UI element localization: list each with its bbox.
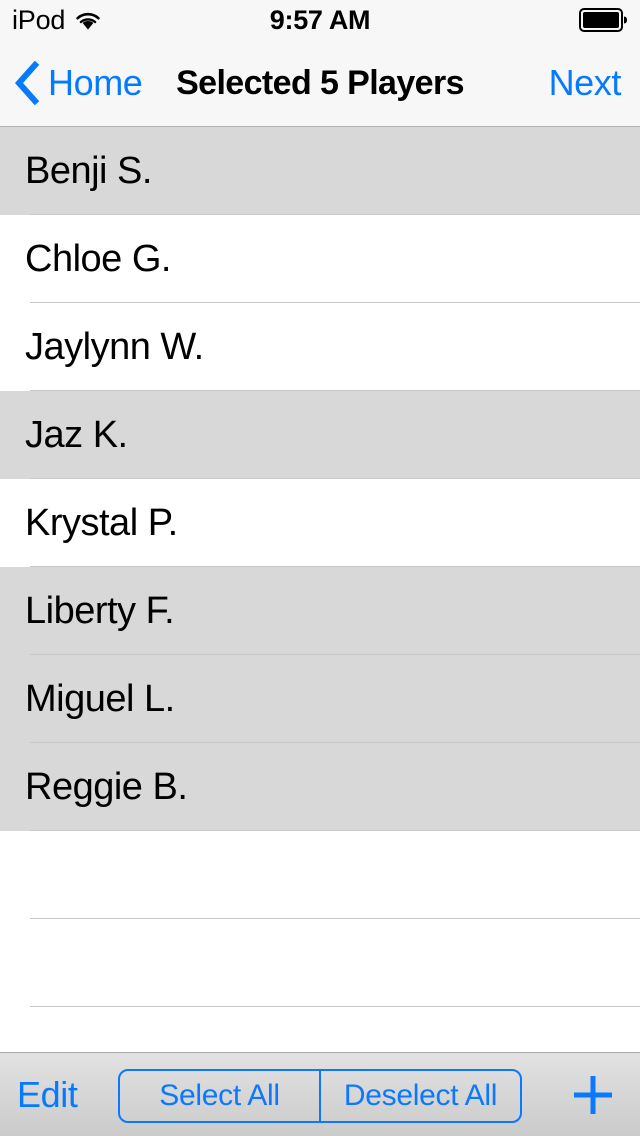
navigation-bar: Home Selected 5 Players Next (0, 40, 640, 127)
segment-select-all[interactable]: Select All (120, 1071, 319, 1121)
bottom-toolbar: Edit Select All Deselect All (0, 1052, 640, 1136)
table-row[interactable] (0, 831, 640, 919)
plus-icon (570, 1072, 616, 1118)
segment-deselect-all-label: Deselect All (343, 1079, 498, 1112)
table-row[interactable]: Miguel L. (0, 655, 640, 743)
back-button[interactable]: Home (14, 40, 143, 126)
table-row[interactable] (0, 919, 640, 1007)
status-bar: iPod 9:57 AM (0, 0, 640, 40)
table-row[interactable]: Jaz K. (0, 391, 640, 479)
wifi-icon (74, 10, 102, 31)
table-row-label: Jaz K. (25, 414, 128, 456)
table-row-label: Chloe G. (25, 238, 171, 280)
table-row[interactable]: Jaylynn W. (0, 303, 640, 391)
add-button[interactable] (570, 1053, 616, 1136)
table-row-label: Liberty F. (25, 590, 175, 632)
edit-button-label: Edit (17, 1073, 78, 1115)
table-row[interactable]: Benji S. (0, 127, 640, 215)
table-row[interactable]: Reggie B. (0, 743, 640, 831)
next-button[interactable]: Next (548, 40, 622, 126)
chevron-left-icon (14, 60, 40, 106)
clock-label: 9:57 AM (269, 4, 371, 35)
status-bar-right (579, 0, 629, 40)
players-table[interactable]: Benji S. Chloe G. Jaylynn W. Jaz K. Krystal … (0, 127, 640, 1052)
app-screen: iPod 9:57 AM Home Selected 5 Players Nex… (0, 0, 640, 1136)
table-row-label: Miguel L. (25, 678, 175, 720)
table-row[interactable]: Liberty F. (0, 567, 640, 655)
table-row[interactable]: Krystal P. (0, 479, 640, 567)
table-row[interactable] (0, 1007, 640, 1052)
carrier-label: iPod (12, 4, 66, 35)
page-title: Selected 5 Players (176, 64, 464, 102)
status-bar-left: iPod (12, 0, 102, 40)
table-row-label: Benji S. (25, 150, 152, 192)
battery-full-icon (579, 8, 629, 32)
segment-select-all-label: Select All (159, 1079, 280, 1112)
table-row-label: Reggie B. (25, 766, 188, 808)
back-button-label: Home (48, 62, 143, 103)
segment-deselect-all[interactable]: Deselect All (319, 1071, 520, 1121)
table-row-label: Krystal P. (25, 502, 178, 544)
edit-button[interactable]: Edit (17, 1053, 78, 1136)
select-all-segmented-control[interactable]: Select All Deselect All (118, 1069, 522, 1123)
table-row-label: Jaylynn W. (25, 326, 204, 368)
next-button-label: Next (548, 62, 622, 103)
table-row[interactable]: Chloe G. (0, 215, 640, 303)
